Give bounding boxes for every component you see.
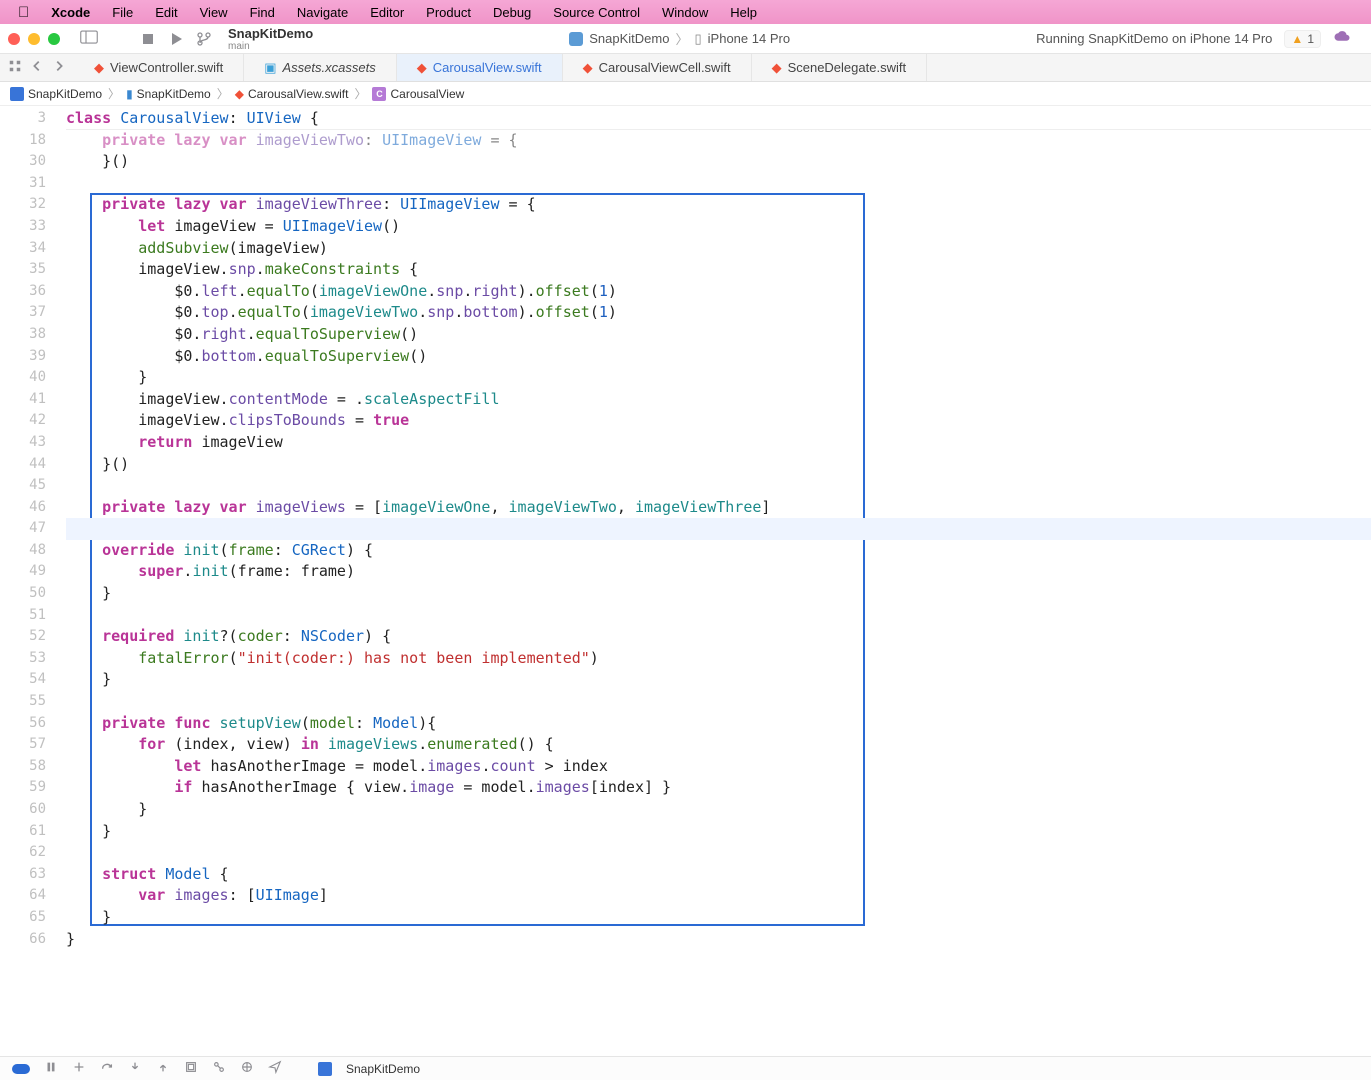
project-icon: [10, 87, 24, 101]
window-minimize-button[interactable]: [28, 33, 40, 45]
code-area[interactable]: class CarousalView: UIView { private laz…: [58, 106, 1371, 1056]
line-gutter: 3183031323334353637383940414243444546474…: [0, 106, 58, 1056]
breadcrumb-symbol[interactable]: C CarousalView: [372, 87, 464, 101]
source-editor[interactable]: 3183031323334353637383940414243444546474…: [0, 106, 1371, 1056]
swift-icon: ◆: [94, 60, 104, 76]
breadcrumb-project[interactable]: SnapKitDemo: [10, 87, 102, 101]
breadcrumb-file[interactable]: ◆ CarousalView.swift: [235, 87, 349, 101]
tab-label: SceneDelegate.swift: [788, 60, 907, 75]
menu-navigate[interactable]: Navigate: [297, 5, 348, 20]
breakpoints-toggle[interactable]: [12, 1064, 30, 1074]
assets-icon: ▣: [264, 60, 276, 76]
breadcrumb: SnapKitDemo 〉 ▮ SnapKitDemo 〉 ◆ Carousal…: [0, 82, 1371, 106]
swift-icon: ◆: [235, 87, 244, 101]
warnings-badge[interactable]: ▲ 1: [1284, 30, 1321, 48]
branch-icon[interactable]: [190, 31, 218, 47]
run-destination-device: iPhone 14 Pro: [708, 31, 790, 46]
debug-pause-button[interactable]: [44, 1060, 58, 1077]
nav-forward-button[interactable]: [52, 59, 66, 76]
class-icon: C: [372, 87, 386, 101]
menubar:  Xcode File Edit View Find Navigate Edi…: [0, 0, 1371, 24]
debug-step-over-button[interactable]: [100, 1060, 114, 1077]
window-close-button[interactable]: [8, 33, 20, 45]
tab-label: Assets.xcassets: [283, 60, 376, 75]
menu-debug[interactable]: Debug: [493, 5, 531, 20]
debug-memory-graph-button[interactable]: [212, 1060, 226, 1077]
toolbar: SnapKitDemo main SnapKitDemo 〉 ▯ iPhone …: [0, 24, 1371, 54]
menu-editor[interactable]: Editor: [370, 5, 404, 20]
apple-logo-icon[interactable]: : [18, 4, 29, 21]
tab-label: ViewController.swift: [110, 60, 223, 75]
sidebar-toggle-button[interactable]: [68, 30, 110, 47]
warning-icon: ▲: [1291, 32, 1303, 46]
window-zoom-button[interactable]: [48, 33, 60, 45]
tab-carousalviewcell-swift[interactable]: ◆ CarousalViewCell.swift: [563, 54, 752, 81]
debug-continue-button[interactable]: [72, 1060, 86, 1077]
cloud-status-icon[interactable]: [1333, 30, 1351, 47]
menu-view[interactable]: View: [200, 5, 228, 20]
run-destination-app: SnapKitDemo: [589, 31, 669, 46]
status-text: Running SnapKitDemo on iPhone 14 Pro: [1036, 31, 1272, 46]
device-icon: ▯: [695, 31, 702, 47]
app-icon: [569, 32, 583, 46]
menu-source-control[interactable]: Source Control: [553, 5, 640, 20]
menu-window[interactable]: Window: [662, 5, 708, 20]
swift-icon: ◆: [772, 60, 782, 76]
run-button[interactable]: [162, 31, 190, 47]
run-destination[interactable]: SnapKitDemo 〉 ▯ iPhone 14 Pro: [323, 29, 1036, 48]
swift-icon: ◆: [583, 60, 593, 76]
related-items-button[interactable]: [8, 59, 22, 76]
tab-scenedelegate-swift[interactable]: ◆ SceneDelegate.swift: [752, 54, 928, 81]
debug-view-hierarchy-button[interactable]: [184, 1060, 198, 1077]
warning-count: 1: [1307, 32, 1314, 46]
menu-help[interactable]: Help: [730, 5, 757, 20]
debug-step-into-button[interactable]: [128, 1060, 142, 1077]
tab-carousalview-swift[interactable]: ◆ CarousalView.swift: [397, 54, 563, 81]
tab-assets-xcassets[interactable]: ▣ Assets.xcassets: [244, 54, 397, 81]
debug-target-name[interactable]: SnapKitDemo: [346, 1062, 420, 1076]
menu-product[interactable]: Product: [426, 5, 471, 20]
swift-icon: ◆: [417, 60, 427, 76]
menu-find[interactable]: Find: [250, 5, 275, 20]
scheme-branch: main: [228, 41, 313, 52]
breadcrumb-folder[interactable]: ▮ SnapKitDemo: [126, 87, 211, 101]
folder-icon: ▮: [126, 87, 133, 101]
debug-location-button[interactable]: [268, 1060, 282, 1077]
menu-appname[interactable]: Xcode: [51, 5, 90, 20]
stop-button[interactable]: [134, 31, 162, 47]
nav-back-button[interactable]: [30, 59, 44, 76]
menu-file[interactable]: File: [112, 5, 133, 20]
tab-label: CarousalView.swift: [433, 60, 542, 75]
debug-bar: SnapKitDemo: [0, 1056, 1371, 1080]
project-icon: [318, 1062, 332, 1076]
scheme-selector[interactable]: SnapKitDemo main: [218, 26, 323, 52]
tab-viewcontroller-swift[interactable]: ◆ ViewController.swift: [74, 54, 244, 81]
tab-bar: ◆ ViewController.swift ▣ Assets.xcassets ◆ Ca…: [0, 54, 1371, 82]
debug-environment-button[interactable]: [240, 1060, 254, 1077]
tab-label: CarousalViewCell.swift: [599, 60, 731, 75]
debug-step-out-button[interactable]: [156, 1060, 170, 1077]
menu-edit[interactable]: Edit: [155, 5, 177, 20]
scheme-name: SnapKitDemo: [228, 26, 313, 41]
